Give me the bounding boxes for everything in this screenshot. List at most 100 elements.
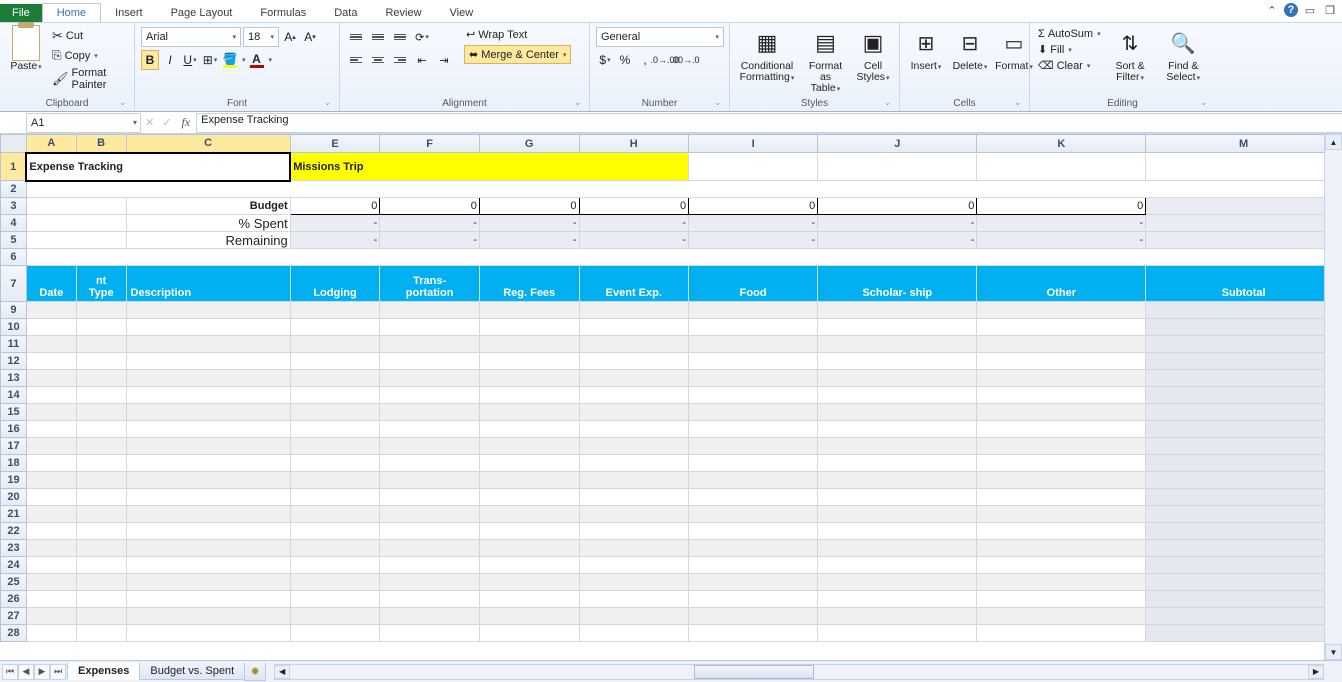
scroll-thumb[interactable] [694,665,814,679]
autosum-button[interactable]: ΣAutoSum▾ [1036,27,1103,41]
align-left-button[interactable] [346,50,366,70]
window-minimize-icon[interactable]: ▭ [1302,2,1318,18]
row-header[interactable]: 1 [1,153,27,181]
row-header[interactable]: 21 [1,506,27,523]
horizontal-scrollbar[interactable]: ◀ ▶ [274,664,1324,680]
row-header[interactable]: 7 [1,266,27,302]
col-header[interactable]: E [290,135,380,153]
row-header[interactable]: 22 [1,523,27,540]
col-header[interactable]: C [126,135,290,153]
decrease-font-button[interactable]: A▾ [301,27,319,47]
align-right-button[interactable] [390,50,410,70]
row-header[interactable]: 12 [1,353,27,370]
row-header[interactable]: 14 [1,387,27,404]
row-header[interactable]: 10 [1,319,27,336]
row-header[interactable]: 23 [1,540,27,557]
align-middle-button[interactable] [368,27,388,47]
row-header[interactable]: 4 [1,215,27,232]
cut-button[interactable]: ✂Cut [50,27,128,45]
col-header[interactable]: I [689,135,818,153]
row-header[interactable]: 3 [1,198,27,215]
cell-event-name[interactable]: Missions Trip [290,153,688,181]
increase-indent-button[interactable]: ⇥ [434,50,454,70]
ribbon-minimize-icon[interactable]: ⌃ [1264,2,1280,18]
sheet-nav-last[interactable]: ⏭ [50,664,66,680]
format-cells-button[interactable]: ▭Format▾ [994,25,1034,75]
tab-review[interactable]: Review [371,4,435,22]
align-bottom-button[interactable] [390,27,410,47]
orientation-button[interactable]: ⟳▾ [412,27,432,47]
align-top-button[interactable] [346,27,366,47]
scroll-up-icon[interactable]: ▲ [1325,134,1342,150]
find-select-button[interactable]: 🔍Find & Select▾ [1158,25,1209,86]
vertical-scrollbar[interactable]: ▲ ▼ [1324,134,1342,660]
tab-view[interactable]: View [436,4,488,22]
italic-button[interactable]: I [161,50,179,70]
cell-styles-button[interactable]: ▣Cell Styles▾ [853,25,893,86]
fill-button[interactable]: ⬇Fill▾ [1036,42,1103,57]
new-sheet-button[interactable]: ✸ [244,663,266,681]
col-header[interactable]: J [818,135,977,153]
tab-insert[interactable]: Insert [101,4,157,22]
spreadsheet-grid[interactable]: A B C E F G H I J K M 1 Expense Tracking… [0,134,1342,642]
format-painter-button[interactable]: 🖌Format Painter [50,66,128,92]
percent-button[interactable]: % [616,50,634,70]
row-header[interactable]: 16 [1,421,27,438]
insert-cells-button[interactable]: ⊞Insert▾ [906,25,946,75]
row-header[interactable]: 26 [1,591,27,608]
cell-title[interactable]: Expense Tracking [26,153,290,181]
row-header[interactable]: 2 [1,181,27,198]
scroll-down-icon[interactable]: ▼ [1325,644,1342,660]
tab-page-layout[interactable]: Page Layout [157,4,247,22]
clear-button[interactable]: ⌫Clear▾ [1036,58,1103,73]
decrease-decimal-button[interactable]: .00→.0 [676,50,694,70]
name-box[interactable]: A1 [26,113,141,133]
format-as-table-button[interactable]: ▤Format as Table▾ [802,25,849,97]
copy-button[interactable]: ⎘Copy▾ [50,47,128,64]
fx-cancel-icon[interactable]: ✕ [141,116,158,129]
col-header[interactable]: K [977,135,1146,153]
accounting-button[interactable]: $▾ [596,50,614,70]
row-header[interactable]: 13 [1,370,27,387]
scroll-right-icon[interactable]: ▶ [1308,665,1324,679]
font-name-combo[interactable]: Arial▾ [141,27,241,47]
row-header[interactable]: 25 [1,574,27,591]
help-icon[interactable]: ? [1284,3,1298,17]
underline-button[interactable]: U▾ [181,50,199,70]
window-restore-icon[interactable]: ❐ [1322,2,1338,18]
fill-color-button[interactable]: 🪣 [221,50,239,70]
conditional-formatting-button[interactable]: ▦Conditional Formatting▾ [736,25,798,86]
sheet-tab-budget[interactable]: Budget vs. Spent [139,663,245,680]
cell-remaining-label[interactable]: Remaining [126,232,290,249]
col-header[interactable]: F [380,135,480,153]
font-size-combo[interactable]: 18▾ [243,27,279,47]
align-center-button[interactable] [368,50,388,70]
row-header[interactable]: 15 [1,404,27,421]
fx-enter-icon[interactable]: ✓ [158,116,175,129]
wrap-text-button[interactable]: ↩Wrap Text [464,27,571,42]
col-header[interactable]: G [479,135,579,153]
row-header[interactable]: 5 [1,232,27,249]
row-header[interactable]: 20 [1,489,27,506]
row-header[interactable]: 18 [1,455,27,472]
fx-icon[interactable]: fx [175,115,196,130]
row-header[interactable]: 6 [1,249,27,266]
select-all-corner[interactable] [1,135,27,153]
col-header[interactable]: M [1146,135,1342,153]
row-header[interactable]: 17 [1,438,27,455]
cell-budget-label[interactable]: Budget [126,198,290,215]
sheet-tab-expenses[interactable]: Expenses [67,663,140,680]
col-header[interactable]: B [76,135,126,153]
bold-button[interactable]: B [141,50,159,70]
font-color-button[interactable]: A [248,50,266,70]
sheet-nav-prev[interactable]: ◀ [18,664,34,680]
col-header[interactable]: A [26,135,76,153]
decrease-indent-button[interactable]: ⇤ [412,50,432,70]
formula-bar[interactable]: Expense Tracking [196,113,1342,133]
sheet-nav-next[interactable]: ▶ [34,664,50,680]
row-header[interactable]: 28 [1,625,27,642]
sheet-nav-first[interactable]: ⏮ [2,664,18,680]
row-header[interactable]: 24 [1,557,27,574]
merge-center-button[interactable]: ⬌Merge & Center▾ [464,45,571,64]
row-header[interactable]: 19 [1,472,27,489]
